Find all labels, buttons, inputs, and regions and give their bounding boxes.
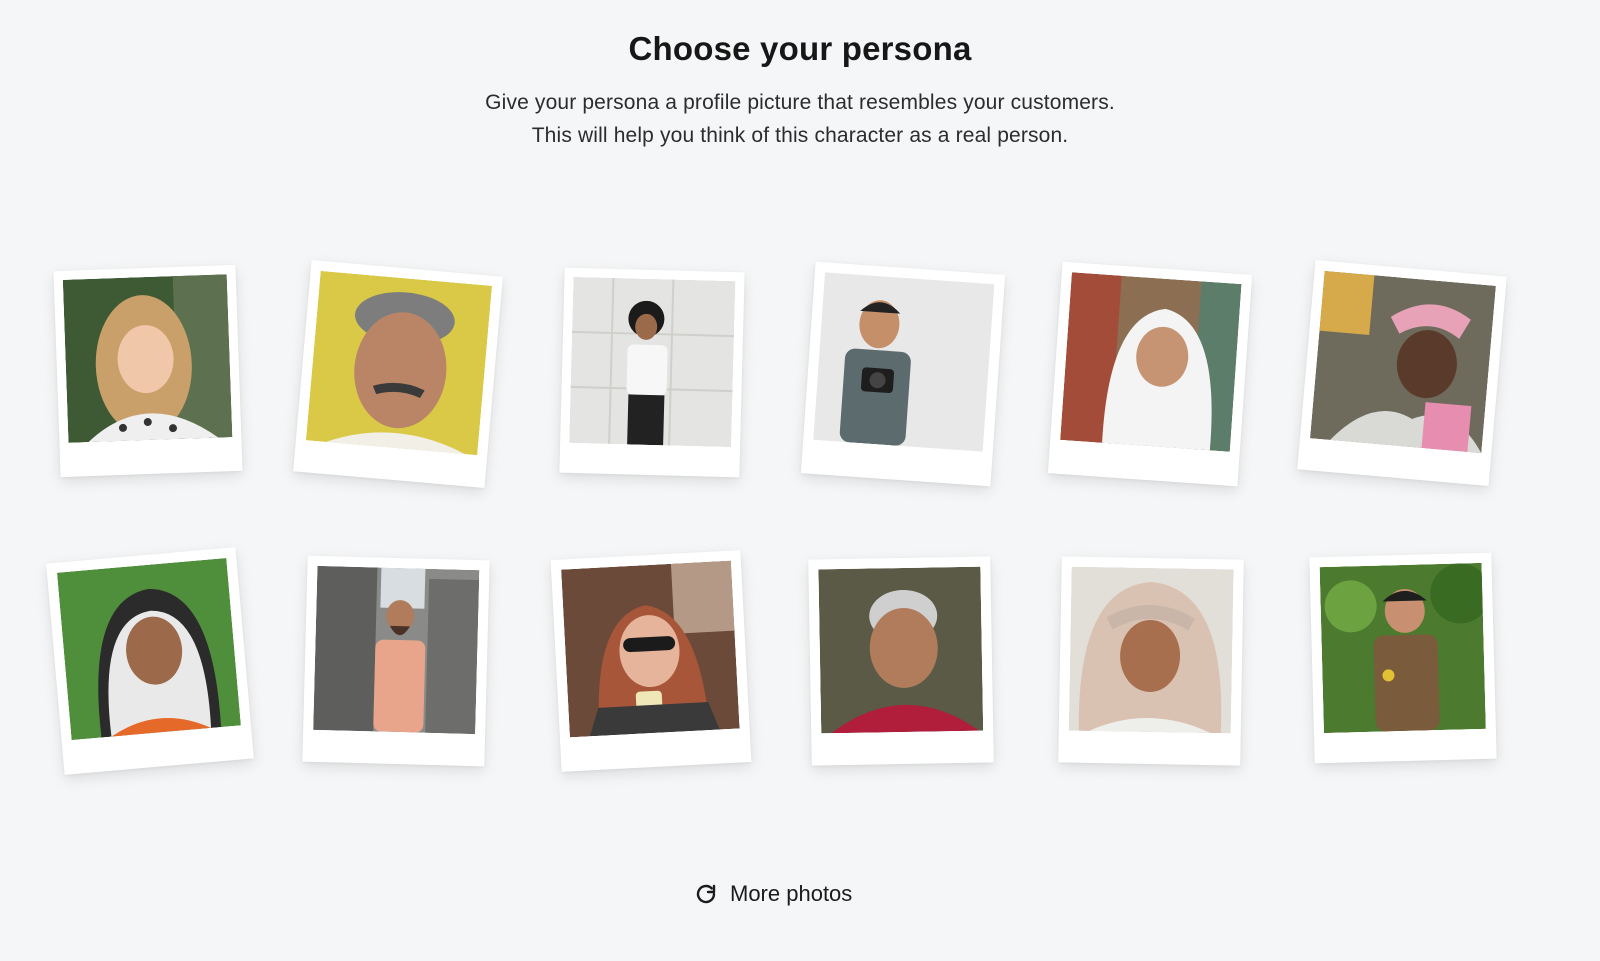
persona-photo <box>818 566 984 734</box>
persona-photo-card[interactable] <box>559 267 745 478</box>
persona-photo-card[interactable] <box>46 547 254 775</box>
persona-photo <box>1309 270 1496 454</box>
persona-photo-card[interactable] <box>53 264 243 478</box>
persona-photo <box>1060 272 1242 452</box>
more-photos-label: More photos <box>730 881 853 906</box>
photo-gallery <box>0 0 1600 961</box>
persona-photo <box>1319 562 1486 734</box>
persona-photo-card[interactable] <box>302 555 490 767</box>
persona-photo-card[interactable] <box>808 556 994 766</box>
persona-photo-card[interactable] <box>293 260 503 488</box>
persona-photo-card[interactable] <box>1309 552 1497 764</box>
persona-photo <box>56 557 241 741</box>
persona-photo <box>569 276 736 448</box>
more-photos-button[interactable]: More photos <box>690 877 856 911</box>
persona-photo <box>561 560 740 738</box>
persona-photo <box>1068 566 1234 734</box>
persona-photo-card[interactable] <box>1297 260 1507 486</box>
persona-photo <box>305 270 493 456</box>
persona-photo-card[interactable] <box>800 261 1006 487</box>
persona-photo <box>313 565 480 735</box>
persona-photo-card[interactable] <box>550 550 752 772</box>
persona-photo-card[interactable] <box>1047 261 1253 487</box>
persona-photo-card[interactable] <box>1058 556 1244 766</box>
persona-photo <box>62 274 233 443</box>
refresh-icon <box>694 882 718 906</box>
persona-photo <box>813 272 995 452</box>
